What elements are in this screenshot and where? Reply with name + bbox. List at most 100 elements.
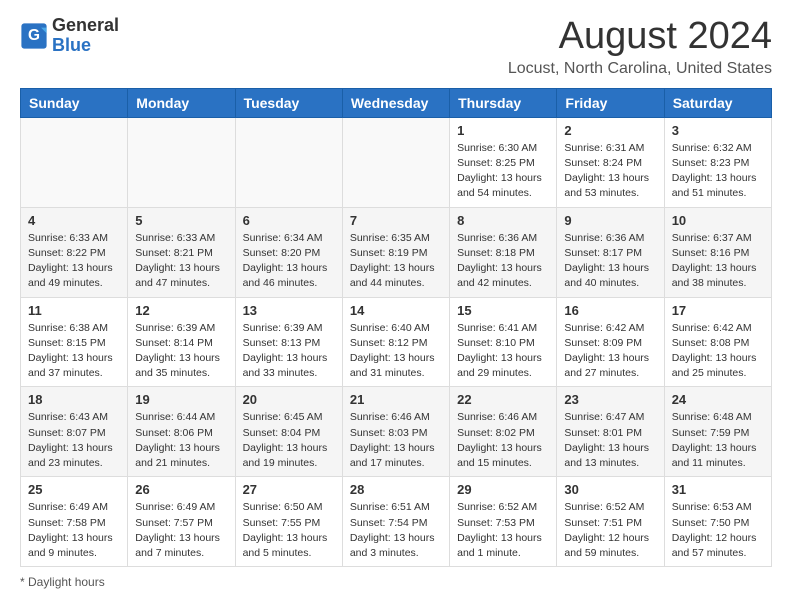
weekday-header-monday: Monday (128, 88, 235, 117)
calendar-cell: 17Sunrise: 6:42 AM Sunset: 8:08 PM Dayli… (664, 297, 771, 387)
day-number: 27 (243, 482, 335, 497)
day-info: Sunrise: 6:52 AM Sunset: 7:53 PM Dayligh… (457, 500, 549, 561)
calendar-cell: 29Sunrise: 6:52 AM Sunset: 7:53 PM Dayli… (450, 477, 557, 567)
calendar-cell: 5 Sunrise: 6:33 AM Sunset: 8:21 PM Daylig… (128, 207, 235, 297)
day-number: 5 (135, 213, 227, 228)
calendar-cell: 10 Sunrise: 6:37 AM Sunset: 8:16 PM Dayli… (664, 207, 771, 297)
weekday-header-sunday: Sunday (21, 88, 128, 117)
day-info: Sunrise: 6:49 AM Sunset: 7:58 PM Dayligh… (28, 500, 120, 561)
day-info: Sunrise: 6:38 AM Sunset: 8:15 PM Dayligh… (28, 321, 120, 382)
calendar-week-row: 18 Sunrise: 6:43 AM Sunset: 8:07 PM Dayli… (21, 387, 772, 477)
day-number: 16 (564, 303, 656, 318)
calendar-cell: 15Sunrise: 6:41 AM Sunset: 8:10 PM Dayli… (450, 297, 557, 387)
day-info: Sunrise: 6:33 AM Sunset: 8:22 PM Dayligh… (28, 231, 120, 292)
calendar-cell: 14Sunrise: 6:40 AM Sunset: 8:12 PM Dayli… (342, 297, 449, 387)
calendar-cell: 4 Sunrise: 6:33 AM Sunset: 8:22 PM Daylig… (21, 207, 128, 297)
day-number: 21 (350, 392, 442, 407)
day-info: Sunrise: 6:33 AM Sunset: 8:21 PM Dayligh… (135, 231, 227, 292)
calendar-cell: 13Sunrise: 6:39 AM Sunset: 8:13 PM Dayli… (235, 297, 342, 387)
weekday-header-wednesday: Wednesday (342, 88, 449, 117)
calendar-cell: 19Sunrise: 6:44 AM Sunset: 8:06 PM Dayli… (128, 387, 235, 477)
day-info: Sunrise: 6:42 AM Sunset: 8:09 PM Dayligh… (564, 321, 656, 382)
calendar-cell: 22 Sunrise: 6:46 AM Sunset: 8:02 PM Dayli… (450, 387, 557, 477)
calendar-cell: 18 Sunrise: 6:43 AM Sunset: 8:07 PM Dayli… (21, 387, 128, 477)
calendar-cell: 16 Sunrise: 6:42 AM Sunset: 8:09 PM Dayli… (557, 297, 664, 387)
day-number: 8 (457, 213, 549, 228)
day-info: Sunrise: 6:39 AM Sunset: 8:14 PM Dayligh… (135, 321, 227, 382)
day-number: 24 (672, 392, 764, 407)
day-number: 19 (135, 392, 227, 407)
calendar-cell: 2 Sunrise: 6:31 AM Sunset: 8:24 PM Daylig… (557, 117, 664, 207)
logo-blue-text: Blue (52, 35, 91, 55)
calendar-cell: 23 Sunrise: 6:47 AM Sunset: 8:01 PM Dayli… (557, 387, 664, 477)
calendar-week-row: 4 Sunrise: 6:33 AM Sunset: 8:22 PM Daylig… (21, 207, 772, 297)
day-info: Sunrise: 6:46 AM Sunset: 8:03 PM Dayligh… (350, 410, 442, 471)
day-number: 22 (457, 392, 549, 407)
day-info: Sunrise: 6:43 AM Sunset: 8:07 PM Dayligh… (28, 410, 120, 471)
daylight-label: Daylight hours (28, 575, 105, 589)
calendar-cell: 28 Sunrise: 6:51 AM Sunset: 7:54 PM Dayli… (342, 477, 449, 567)
day-number: 9 (564, 213, 656, 228)
day-number: 23 (564, 392, 656, 407)
day-info: Sunrise: 6:31 AM Sunset: 8:24 PM Dayligh… (564, 141, 656, 202)
calendar-cell: 7 Sunrise: 6:35 AM Sunset: 8:19 PM Daylig… (342, 207, 449, 297)
day-number: 14 (350, 303, 442, 318)
calendar-cell (128, 117, 235, 207)
day-info: Sunrise: 6:35 AM Sunset: 8:19 PM Dayligh… (350, 231, 442, 292)
calendar-cell (235, 117, 342, 207)
weekday-header-friday: Friday (557, 88, 664, 117)
calendar-cell: 25 Sunrise: 6:49 AM Sunset: 7:58 PM Dayli… (21, 477, 128, 567)
day-info: Sunrise: 6:41 AM Sunset: 8:10 PM Dayligh… (457, 321, 549, 382)
day-number: 7 (350, 213, 442, 228)
logo: G General Blue (20, 16, 119, 56)
calendar-cell: 20Sunrise: 6:45 AM Sunset: 8:04 PM Dayli… (235, 387, 342, 477)
calendar-cell: 8 Sunrise: 6:36 AM Sunset: 8:18 PM Daylig… (450, 207, 557, 297)
calendar-cell: 12 Sunrise: 6:39 AM Sunset: 8:14 PM Dayli… (128, 297, 235, 387)
calendar-cell: 21 Sunrise: 6:46 AM Sunset: 8:03 PM Dayli… (342, 387, 449, 477)
day-number: 1 (457, 123, 549, 138)
day-number: 2 (564, 123, 656, 138)
calendar-cell: 11Sunrise: 6:38 AM Sunset: 8:15 PM Dayli… (21, 297, 128, 387)
logo-icon: G (20, 22, 48, 50)
calendar-table: SundayMondayTuesdayWednesdayThursdayFrid… (20, 88, 772, 567)
title-area: August 2024 Locust, North Carolina, Unit… (508, 16, 772, 78)
day-number: 17 (672, 303, 764, 318)
day-info: Sunrise: 6:49 AM Sunset: 7:57 PM Dayligh… (135, 500, 227, 561)
day-info: Sunrise: 6:32 AM Sunset: 8:23 PM Dayligh… (672, 141, 764, 202)
day-info: Sunrise: 6:47 AM Sunset: 8:01 PM Dayligh… (564, 410, 656, 471)
day-info: Sunrise: 6:48 AM Sunset: 7:59 PM Dayligh… (672, 410, 764, 471)
calendar-week-row: 11Sunrise: 6:38 AM Sunset: 8:15 PM Dayli… (21, 297, 772, 387)
calendar-cell: 31Sunrise: 6:53 AM Sunset: 7:50 PM Dayli… (664, 477, 771, 567)
day-info: Sunrise: 6:51 AM Sunset: 7:54 PM Dayligh… (350, 500, 442, 561)
day-number: 30 (564, 482, 656, 497)
svg-text:G: G (28, 27, 40, 44)
day-info: Sunrise: 6:37 AM Sunset: 8:16 PM Dayligh… (672, 231, 764, 292)
calendar-week-row: 1Sunrise: 6:30 AM Sunset: 8:25 PM Daylig… (21, 117, 772, 207)
day-number: 25 (28, 482, 120, 497)
calendar-cell: 30Sunrise: 6:52 AM Sunset: 7:51 PM Dayli… (557, 477, 664, 567)
day-number: 18 (28, 392, 120, 407)
day-info: Sunrise: 6:34 AM Sunset: 8:20 PM Dayligh… (243, 231, 335, 292)
day-info: Sunrise: 6:45 AM Sunset: 8:04 PM Dayligh… (243, 410, 335, 471)
day-number: 4 (28, 213, 120, 228)
weekday-header-tuesday: Tuesday (235, 88, 342, 117)
day-info: Sunrise: 6:50 AM Sunset: 7:55 PM Dayligh… (243, 500, 335, 561)
calendar-week-row: 25 Sunrise: 6:49 AM Sunset: 7:58 PM Dayli… (21, 477, 772, 567)
day-info: Sunrise: 6:46 AM Sunset: 8:02 PM Dayligh… (457, 410, 549, 471)
calendar-cell: 26 Sunrise: 6:49 AM Sunset: 7:57 PM Dayli… (128, 477, 235, 567)
day-number: 10 (672, 213, 764, 228)
calendar-cell: 27 Sunrise: 6:50 AM Sunset: 7:55 PM Dayli… (235, 477, 342, 567)
day-number: 31 (672, 482, 764, 497)
day-info: Sunrise: 6:36 AM Sunset: 8:17 PM Dayligh… (564, 231, 656, 292)
day-info: Sunrise: 6:36 AM Sunset: 8:18 PM Dayligh… (457, 231, 549, 292)
day-number: 26 (135, 482, 227, 497)
weekday-header-thursday: Thursday (450, 88, 557, 117)
day-number: 12 (135, 303, 227, 318)
weekday-header-saturday: Saturday (664, 88, 771, 117)
weekday-header-row: SundayMondayTuesdayWednesdayThursdayFrid… (21, 88, 772, 117)
calendar-subtitle: Locust, North Carolina, United States (508, 60, 772, 78)
calendar-cell: 24 Sunrise: 6:48 AM Sunset: 7:59 PM Dayli… (664, 387, 771, 477)
day-number: 28 (350, 482, 442, 497)
calendar-cell: 6Sunrise: 6:34 AM Sunset: 8:20 PM Daylig… (235, 207, 342, 297)
calendar-cell: 9 Sunrise: 6:36 AM Sunset: 8:17 PM Daylig… (557, 207, 664, 297)
